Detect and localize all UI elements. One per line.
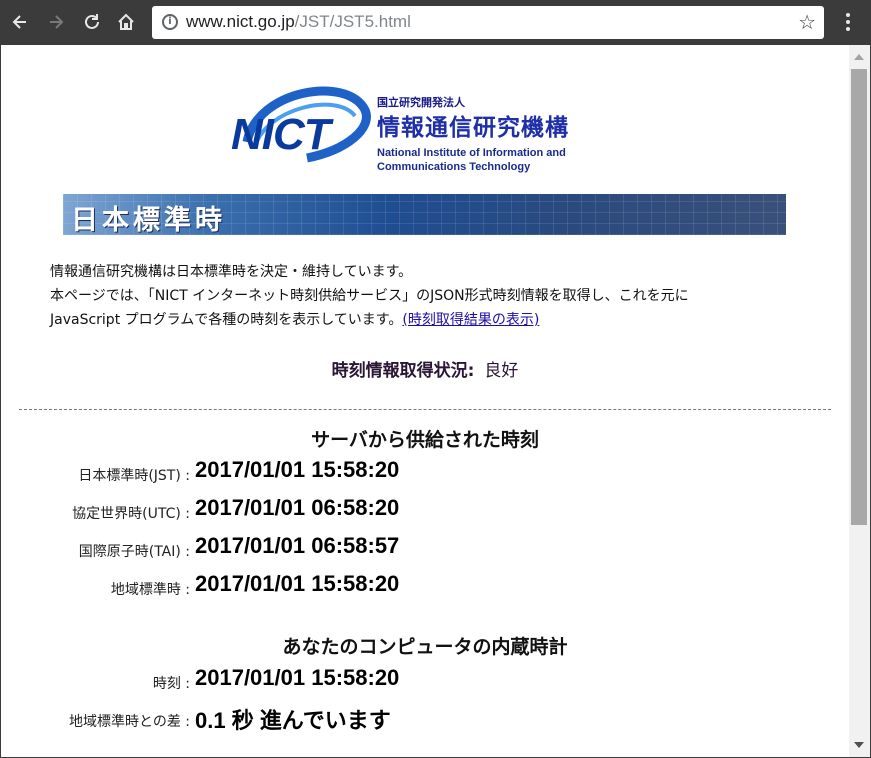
local-time-row: 時刻 : 2017/01/01 15:58:20 xyxy=(1,663,849,697)
reload-button[interactable] xyxy=(78,8,106,36)
scroll-down-arrow-icon[interactable] xyxy=(854,742,864,748)
time-label: 地域標準時との差 : xyxy=(68,714,190,730)
time-value: 2017/01/01 15:58:20 xyxy=(195,665,400,690)
time-label: 地域標準時 : xyxy=(110,582,190,598)
url-host: www.nict.go.jp xyxy=(186,12,295,31)
fetch-status-label: 時刻情報取得状況: xyxy=(331,361,475,381)
time-label: 協定世界時(UTC) : xyxy=(72,506,190,522)
time-label: 日本標準時(JST) : xyxy=(78,468,190,484)
forward-button[interactable] xyxy=(42,8,70,36)
time-label: 国際原子時(TAI) : xyxy=(78,544,190,560)
org-name-en-line2: Communications Technology xyxy=(377,161,531,173)
browser-menu-icon[interactable] xyxy=(840,10,856,34)
home-icon xyxy=(118,13,134,30)
org-name-en-line1: National Institute of Information and xyxy=(377,147,566,159)
time-label: 時刻 : xyxy=(152,676,190,692)
time-value: 2017/01/01 06:58:20 xyxy=(195,495,400,520)
intro-line1: 情報通信研究機構は日本標準時を決定・維持しています。 xyxy=(50,264,413,280)
scrollbar-thumb[interactable] xyxy=(851,69,867,525)
vertical-scrollbar[interactable] xyxy=(849,45,870,757)
url-path: /JST/JST5.html xyxy=(294,12,411,31)
fetch-status: 時刻情報取得状況: 良好 xyxy=(1,356,849,381)
section-divider xyxy=(19,409,831,410)
url-text[interactable]: www.nict.go.jp/JST/JST5.html xyxy=(186,12,411,32)
time-value: 2017/01/01 06:58:57 xyxy=(195,533,400,558)
arrow-right-icon xyxy=(50,15,64,29)
bookmark-star-icon[interactable]: ☆ xyxy=(798,10,816,34)
reload-icon xyxy=(85,14,99,29)
time-row-tai: 国際原子時(TAI) : 2017/01/01 06:58:57 xyxy=(1,531,849,565)
time-value: 0.1 秒 進んでいます xyxy=(195,708,391,733)
banner-title: 日本標準時 xyxy=(71,205,226,235)
fetch-status-value: 良好 xyxy=(484,361,519,381)
time-value: 2017/01/01 15:58:20 xyxy=(195,571,400,596)
jst-banner: 日本標準時 xyxy=(63,194,786,235)
time-row-utc: 協定世界時(UTC) : 2017/01/01 06:58:20 xyxy=(1,493,849,527)
intro-line2: 本ページでは、「NICT インターネット時刻供給サービス」のJSON形式時刻情報… xyxy=(50,288,689,304)
arrow-left-icon xyxy=(12,15,26,29)
back-button[interactable] xyxy=(6,8,34,36)
logo-mark-text: NICT xyxy=(231,110,331,159)
browser-toolbar: i www.nict.go.jp/JST/JST5.html ☆ xyxy=(0,0,871,45)
nict-logo: NICT 国立研究開発法人 情報通信研究機構 National Institut… xyxy=(227,80,617,180)
info-icon[interactable]: i xyxy=(162,14,178,30)
time-row-jst: 日本標準時(JST) : 2017/01/01 15:58:20 xyxy=(1,455,849,489)
intro-line3: JavaScript プログラムで各種の時刻を表示しています。(時刻取得結果の表… xyxy=(50,312,540,328)
local-offset-row: 地域標準時との差 : 0.1 秒 進んでいます xyxy=(1,701,849,735)
time-value: 2017/01/01 15:58:20 xyxy=(195,457,400,482)
server-time-title: サーバから供給された時刻 xyxy=(311,429,539,451)
org-name-jp: 情報通信研究機構 xyxy=(377,115,569,141)
home-button[interactable] xyxy=(112,8,140,36)
time-result-link[interactable]: (時刻取得結果の表示) xyxy=(402,312,539,328)
org-name-en: National Institute of Information and Co… xyxy=(377,146,566,174)
local-clock-title: あなたのコンピュータの内蔵時計 xyxy=(282,636,568,658)
time-row-local-standard: 地域標準時 : 2017/01/01 15:58:20 xyxy=(1,569,849,603)
intro-text: 情報通信研究機構は日本標準時を決定・維持しています。 本ページでは、「NICT … xyxy=(50,260,689,332)
page-content: NICT 国立研究開発法人 情報通信研究機構 National Institut… xyxy=(1,45,849,757)
address-bar[interactable]: i www.nict.go.jp/JST/JST5.html ☆ xyxy=(152,6,824,39)
scroll-up-arrow-icon[interactable] xyxy=(854,54,864,60)
